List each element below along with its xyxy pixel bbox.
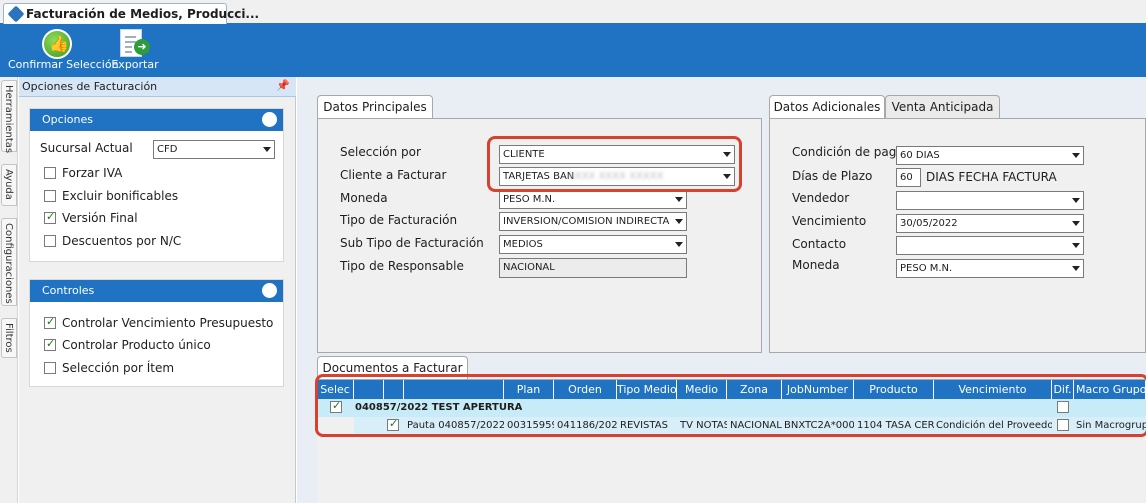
side-tabs: Herramientas Ayuda Configuraciones Filtr… bbox=[0, 77, 18, 503]
chevron-down-icon bbox=[675, 197, 683, 202]
sub-tipo-facturacion-select[interactable]: MEDIOS bbox=[499, 235, 687, 254]
chevron-down-icon bbox=[1072, 198, 1080, 203]
chevron-down-icon bbox=[1072, 221, 1080, 226]
collapse-icon[interactable] bbox=[262, 112, 277, 127]
highlight-cliente bbox=[487, 136, 742, 192]
datos-adicionales-panel: Condición de pago Días de Plazo Vendedor… bbox=[769, 118, 1146, 353]
dias-plazo-input[interactable]: 60 bbox=[896, 168, 921, 187]
document-tab-strip: Facturación de Medios, Producci... bbox=[0, 0, 1146, 25]
pin-icon[interactable]: 📌 bbox=[276, 79, 290, 92]
tipo-facturacion-select[interactable]: INVERSION/COMISION INDIRECTA bbox=[499, 212, 687, 231]
thumbs-up-icon: 👍 bbox=[42, 29, 72, 59]
opciones-group-header: Opciones bbox=[30, 109, 283, 131]
vendedor-select[interactable] bbox=[896, 191, 1084, 210]
options-panel-title: Opciones de Facturación bbox=[22, 80, 158, 93]
sucursal-label: Sucursal Actual bbox=[40, 141, 133, 155]
contacto-select[interactable] bbox=[896, 236, 1084, 255]
version-final-checkbox[interactable] bbox=[44, 210, 56, 224]
excluir-bonificables-checkbox[interactable] bbox=[44, 190, 56, 202]
controlar-vencimiento-checkbox[interactable] bbox=[44, 315, 56, 329]
side-tab-filtros[interactable]: Filtros bbox=[1, 318, 17, 358]
chevron-down-icon bbox=[675, 219, 683, 224]
side-tab-ayuda[interactable]: Ayuda bbox=[1, 164, 17, 206]
controles-group-header: Controles bbox=[30, 280, 283, 302]
options-panel: Opciones de Facturación 📌 Opciones Sucur… bbox=[19, 77, 296, 503]
export-button[interactable]: ➜ Exportar bbox=[110, 26, 160, 75]
controlar-producto-checkbox[interactable] bbox=[44, 337, 56, 351]
chevron-down-icon bbox=[675, 242, 683, 247]
moneda-adicional-select[interactable]: PESO M.N. bbox=[896, 259, 1084, 278]
ribbon-toolbar: 👍 Confirmar Selección ➜ Exportar bbox=[0, 24, 1146, 77]
chevron-down-icon bbox=[1072, 153, 1080, 158]
tab-venta-anticipada[interactable]: Venta Anticipada bbox=[885, 95, 1000, 119]
forzar-iva-checkbox[interactable] bbox=[44, 167, 56, 179]
arrow-right-icon: ➜ bbox=[134, 39, 150, 55]
tab-datos-principales[interactable]: Datos Principales bbox=[317, 95, 433, 119]
tab-datos-adicionales[interactable]: Datos Adicionales bbox=[769, 95, 885, 119]
seleccion-item-checkbox[interactable] bbox=[44, 362, 56, 374]
collapse-icon[interactable] bbox=[262, 283, 277, 298]
vencimiento-date[interactable]: 30/05/2022 bbox=[896, 214, 1084, 233]
chevron-down-icon bbox=[1072, 243, 1080, 248]
chevron-down-icon bbox=[263, 147, 271, 152]
document-tab[interactable]: Facturación de Medios, Producci... bbox=[3, 3, 259, 25]
controles-group: Controles Controlar Vencimiento Presupue… bbox=[29, 279, 284, 387]
options-panel-header: Opciones de Facturación 📌 bbox=[19, 77, 296, 97]
chevron-down-icon bbox=[1072, 266, 1080, 271]
confirm-selection-button[interactable]: 👍 Confirmar Selección bbox=[8, 26, 119, 75]
side-tab-herramientas[interactable]: Herramientas bbox=[1, 80, 17, 153]
tipo-responsable-field: NACIONAL bbox=[499, 258, 687, 278]
descuentos-nc-checkbox[interactable] bbox=[44, 235, 56, 247]
document-tab-title: Facturación de Medios, Producci... bbox=[26, 7, 260, 21]
confirm-selection-label: Confirmar Selección bbox=[8, 58, 119, 71]
opciones-group: Opciones Sucursal Actual CFD Forzar IVA … bbox=[29, 108, 284, 262]
sucursal-select[interactable]: CFD bbox=[153, 140, 275, 159]
side-tab-configuraciones[interactable]: Configuraciones bbox=[1, 218, 17, 306]
app-icon bbox=[7, 5, 25, 23]
moneda-select[interactable]: PESO M.N. bbox=[499, 190, 687, 209]
export-label: Exportar bbox=[111, 58, 159, 71]
condicion-pago-select[interactable]: 60 DIAS bbox=[896, 146, 1084, 165]
main-area: Datos Principales Selección por Cliente … bbox=[297, 77, 1146, 503]
highlight-grid bbox=[315, 374, 1146, 437]
